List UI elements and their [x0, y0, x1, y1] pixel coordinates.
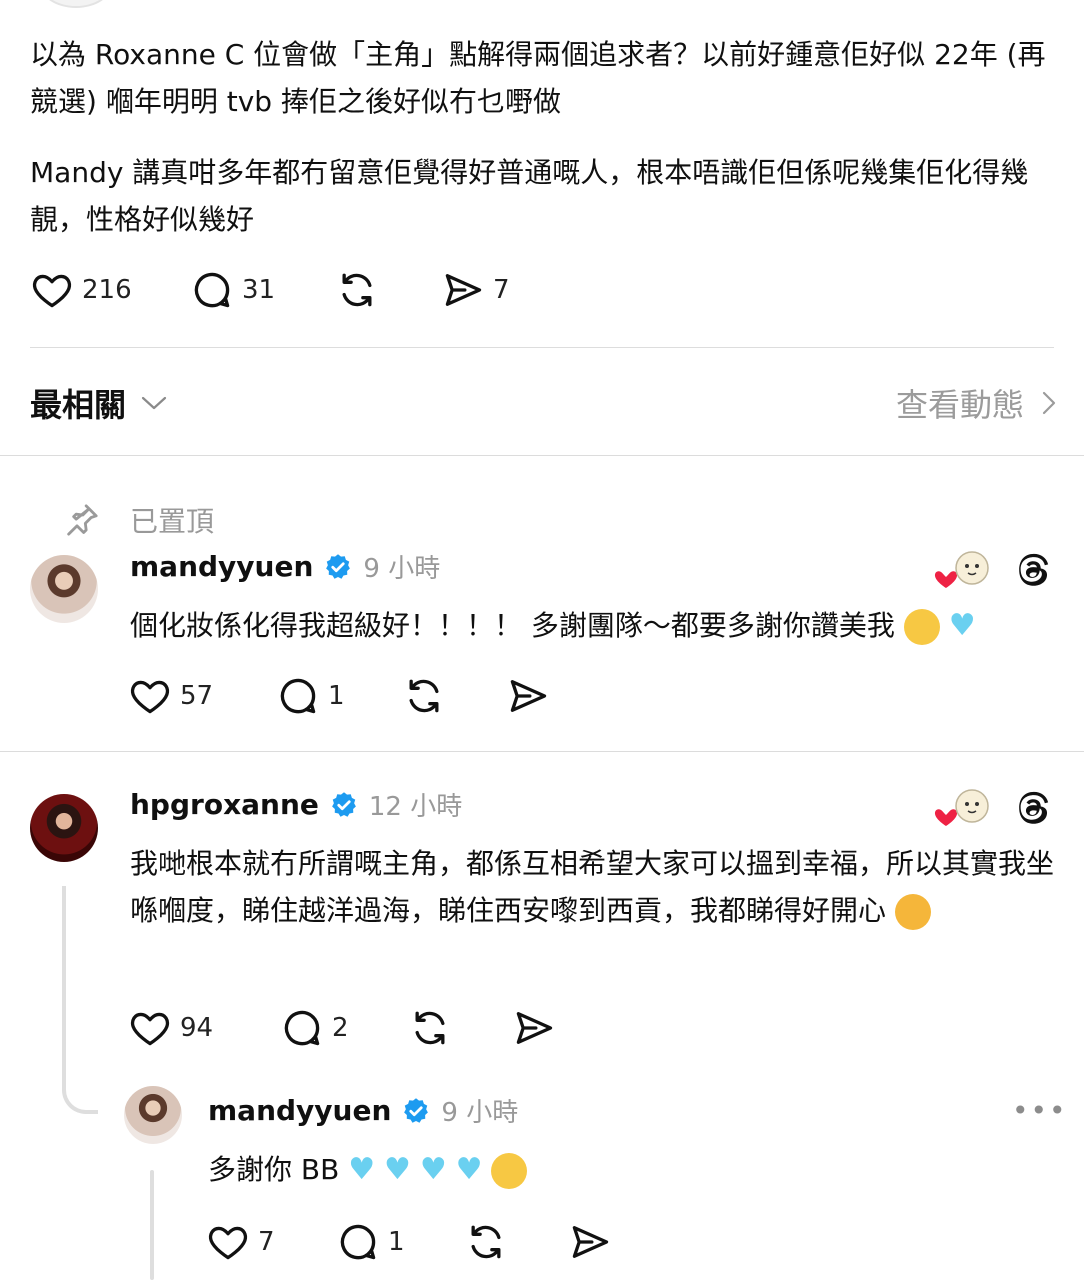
- reply-text: 多謝你 BB ♥ ♥ ♥ ♥: [208, 1146, 1048, 1193]
- repost-icon: [415, 1011, 445, 1045]
- comment-count: 2: [332, 1013, 349, 1043]
- heart-sticker-icon: [934, 551, 989, 588]
- share-button[interactable]: [512, 1006, 556, 1050]
- more-options-icon[interactable]: •••: [1012, 1094, 1068, 1127]
- threads-logo-icon[interactable]: [1010, 786, 1054, 830]
- like-button[interactable]: 7: [206, 1220, 336, 1264]
- comment-icon: [340, 1224, 376, 1260]
- heart-icon: [208, 1226, 248, 1260]
- like-button[interactable]: 57: [128, 674, 276, 718]
- like-count: 57: [180, 681, 214, 711]
- send-icon: [572, 1226, 609, 1258]
- reply-author[interactable]: hpgroxanne 12 小時: [130, 786, 462, 823]
- repost-icon: [342, 273, 372, 307]
- blue-heart-emoji: ♥: [455, 1152, 483, 1187]
- heart-icon: [130, 680, 170, 714]
- send-icon: [516, 1012, 553, 1044]
- timestamp: 9 小時: [363, 554, 441, 584]
- sort-dropdown[interactable]: 最相關: [30, 380, 168, 426]
- reply-author[interactable]: mandyyuen 9 小時: [130, 548, 440, 585]
- like-button[interactable]: 216: [30, 268, 190, 312]
- send-icon: [510, 680, 547, 712]
- view-activity-link[interactable]: 查看動態: [896, 380, 1056, 426]
- like-count: 94: [180, 1013, 214, 1043]
- view-activity-label: 查看動態: [895, 386, 1024, 424]
- comment-button[interactable]: 1: [336, 1220, 464, 1264]
- heart-icon: [32, 274, 72, 308]
- reply-text-content: 多謝你 BB: [208, 1153, 340, 1186]
- comment-icon: [284, 1010, 320, 1046]
- pin-icon: [67, 504, 98, 536]
- avatar[interactable]: [30, 555, 98, 623]
- avatar[interactable]: [124, 1086, 182, 1144]
- heart-sticker-icon: [934, 789, 989, 826]
- face-blowing-kiss-emoji: [491, 1153, 528, 1189]
- reply-action-bar: 57 1: [128, 674, 550, 718]
- pinned-indicator: 已置頂: [62, 500, 214, 540]
- post-text-paragraph-1: 以為 Roxanne C 位會做「主角」點解得兩個追求者？以前好鍾意佢好似 22…: [30, 38, 1046, 118]
- blue-heart-emoji: ♥: [948, 608, 976, 643]
- comment-button[interactable]: 2: [280, 1006, 408, 1050]
- threads-logo-icon[interactable]: [1010, 548, 1054, 592]
- blue-heart-emoji: ♥: [419, 1152, 447, 1187]
- liked-by-author-badge: [932, 788, 992, 830]
- like-button[interactable]: 94: [128, 1006, 280, 1050]
- smiling-face-with-hearts-emoji: [894, 894, 931, 930]
- thread-connector: [150, 1170, 154, 1280]
- reply-author[interactable]: mandyyuen 9 小時: [208, 1092, 518, 1129]
- repost-icon: [409, 679, 439, 713]
- post-text-paragraph-2: Mandy 講真咁多年都冇留意佢覺得好普通嘅人，根本唔識佢但係呢幾集佢化得幾靚，…: [30, 156, 1029, 236]
- comment-icon: [280, 678, 316, 714]
- comment-count: 1: [388, 1227, 405, 1257]
- divider: [30, 347, 1054, 348]
- comment-count: 1: [328, 681, 345, 711]
- chevron-down-icon: [141, 396, 167, 410]
- comment-icon: [194, 272, 230, 308]
- comment-button[interactable]: 1: [276, 674, 402, 718]
- verified-badge-icon: [326, 553, 351, 579]
- username[interactable]: hpgroxanne: [130, 788, 319, 821]
- blue-heart-emoji: ♥: [348, 1152, 376, 1187]
- send-icon: [445, 274, 482, 306]
- repost-button[interactable]: [335, 268, 441, 312]
- pinned-label: 已置頂: [130, 505, 215, 538]
- post-action-bar: 216 31 7: [30, 268, 510, 312]
- chevron-right-icon: [1042, 391, 1056, 415]
- share-button[interactable]: [506, 674, 550, 718]
- section-divider: [0, 455, 1084, 456]
- heart-icon: [130, 1012, 170, 1046]
- reply-text: 個化妝係化得我超級好！！！！ 多謝團隊～都要多謝你讚美我 ♥: [130, 602, 1060, 649]
- blue-heart-emoji: ♥: [384, 1152, 411, 1187]
- repost-icon: [471, 1225, 501, 1259]
- repost-button[interactable]: [464, 1220, 568, 1264]
- like-count: 7: [258, 1227, 275, 1257]
- grinning-squinting-face-emoji: [903, 609, 940, 645]
- username[interactable]: mandyyuen: [130, 550, 313, 583]
- sort-label: 最相關: [30, 386, 127, 424]
- timestamp: 12 小時: [368, 792, 463, 822]
- like-count: 216: [82, 275, 132, 305]
- comment-button[interactable]: 31: [190, 268, 335, 312]
- share-button[interactable]: 7: [441, 268, 510, 312]
- liked-by-author-badge: [932, 550, 992, 592]
- repost-button[interactable]: [408, 1006, 512, 1050]
- reply-text: 我哋根本就冇所謂嘅主角，都係互相希望大家可以搵到幸福，所以其實我坐喺嗰度，睇住越…: [130, 840, 1060, 934]
- reply-action-bar: 94 2: [128, 1006, 556, 1050]
- verified-badge-icon: [404, 1097, 429, 1123]
- comment-count: 31: [242, 275, 276, 305]
- thread-connector: [62, 886, 98, 1114]
- reply-action-bar: 7 1: [206, 1220, 612, 1264]
- repost-button[interactable]: [402, 674, 506, 718]
- post-author-avatar[interactable]: [40, 0, 112, 8]
- verified-badge-icon: [332, 791, 356, 817]
- timestamp: 9 小時: [441, 1098, 519, 1128]
- username[interactable]: mandyyuen: [208, 1094, 391, 1127]
- reply-divider: [0, 751, 1084, 752]
- avatar[interactable]: [30, 794, 98, 862]
- reply-text-content: 個化妝係化得我超級好！！！！ 多謝團隊～都要多謝你讚美我: [130, 609, 895, 642]
- share-button[interactable]: [568, 1220, 612, 1264]
- share-count: 7: [493, 275, 510, 305]
